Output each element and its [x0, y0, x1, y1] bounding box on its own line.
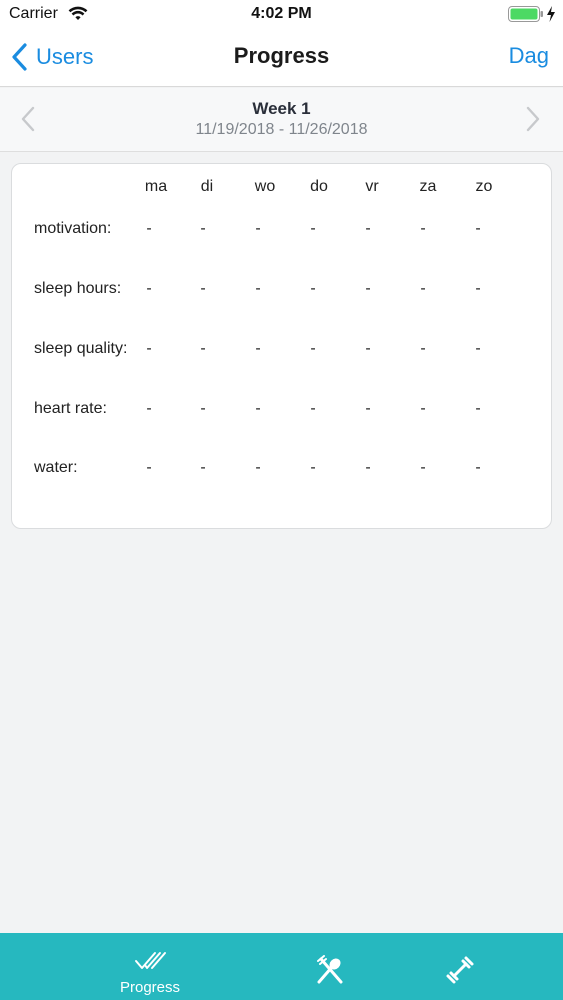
table-cell: -	[255, 400, 261, 417]
table-cell: -	[475, 220, 481, 237]
battery-icon	[508, 6, 543, 22]
progress-table-card: ma di wo do vr za zo motivation: - - - -…	[11, 163, 552, 529]
next-week-icon[interactable]	[525, 106, 541, 132]
table-cell: -	[200, 220, 206, 237]
row-label-water: water:	[34, 459, 78, 476]
table-cell: -	[255, 280, 261, 297]
table-cell: -	[365, 220, 371, 237]
status-time: 4:02 PM	[251, 5, 312, 22]
table-cell: -	[146, 340, 152, 357]
table-cell: -	[475, 459, 481, 476]
tab-progress[interactable]: Progress	[100, 933, 200, 1000]
table-cell: -	[146, 459, 152, 476]
table-cell: -	[420, 280, 426, 297]
row-label-sleep-quality: sleep quality:	[34, 340, 128, 357]
table-cell: -	[475, 280, 481, 297]
table-cell: -	[200, 459, 206, 476]
day-header-za: za	[419, 178, 437, 195]
table-cell: -	[420, 340, 426, 357]
day-header-do: do	[310, 178, 328, 195]
table-cell: -	[200, 400, 206, 417]
checkmarks-icon	[135, 952, 166, 969]
row-label-heart-rate: heart rate:	[34, 400, 107, 417]
table-cell: -	[255, 459, 261, 476]
table-cell: -	[146, 280, 152, 297]
day-view-button[interactable]: Dag	[509, 43, 549, 69]
dumbbell-icon	[446, 956, 474, 984]
day-header-zo: zo	[475, 178, 493, 195]
day-header-vr: vr	[365, 178, 379, 195]
table-cell: -	[310, 400, 316, 417]
table-cell: -	[310, 220, 316, 237]
week-selector: Week 1 11/19/2018 - 11/26/2018	[0, 88, 563, 152]
table-cell: -	[475, 340, 481, 357]
tab-workout[interactable]	[430, 933, 490, 1000]
table-cell: -	[420, 400, 426, 417]
table-cell: -	[420, 220, 426, 237]
table-cell: -	[420, 459, 426, 476]
table-cell: -	[146, 400, 152, 417]
tab-progress-label: Progress	[119, 979, 181, 996]
table-cell: -	[255, 220, 261, 237]
table-cell: -	[310, 280, 316, 297]
table-cell: -	[365, 340, 371, 357]
table-cell: -	[146, 220, 152, 237]
page-title: Progress	[233, 43, 330, 68]
tab-bar: Progress	[0, 933, 563, 1000]
day-header-wo: wo	[254, 178, 276, 195]
table-cell: -	[475, 400, 481, 417]
week-date-range: 11/19/2018 - 11/26/2018	[195, 121, 368, 138]
table-cell: -	[255, 340, 261, 357]
table-cell: -	[310, 340, 316, 357]
table-cell: -	[365, 400, 371, 417]
table-cell: -	[365, 280, 371, 297]
table-cell: -	[365, 459, 371, 476]
row-label-motivation: motivation:	[34, 220, 112, 237]
table-cell: -	[200, 280, 206, 297]
day-header-ma: ma	[144, 178, 168, 195]
table-cell: -	[310, 459, 316, 476]
day-header-di: di	[200, 178, 214, 195]
charging-bolt-icon	[547, 6, 555, 22]
week-title: Week 1	[252, 99, 311, 118]
navigation-bar: Users Progress Dag	[0, 30, 563, 87]
fork-spoon-icon	[317, 955, 343, 984]
row-label-sleep-hours: sleep hours:	[34, 280, 122, 297]
status-bar: Carrier 4:02 PM	[0, 0, 563, 30]
table-cell: -	[200, 340, 206, 357]
tab-nutrition[interactable]	[300, 933, 360, 1000]
